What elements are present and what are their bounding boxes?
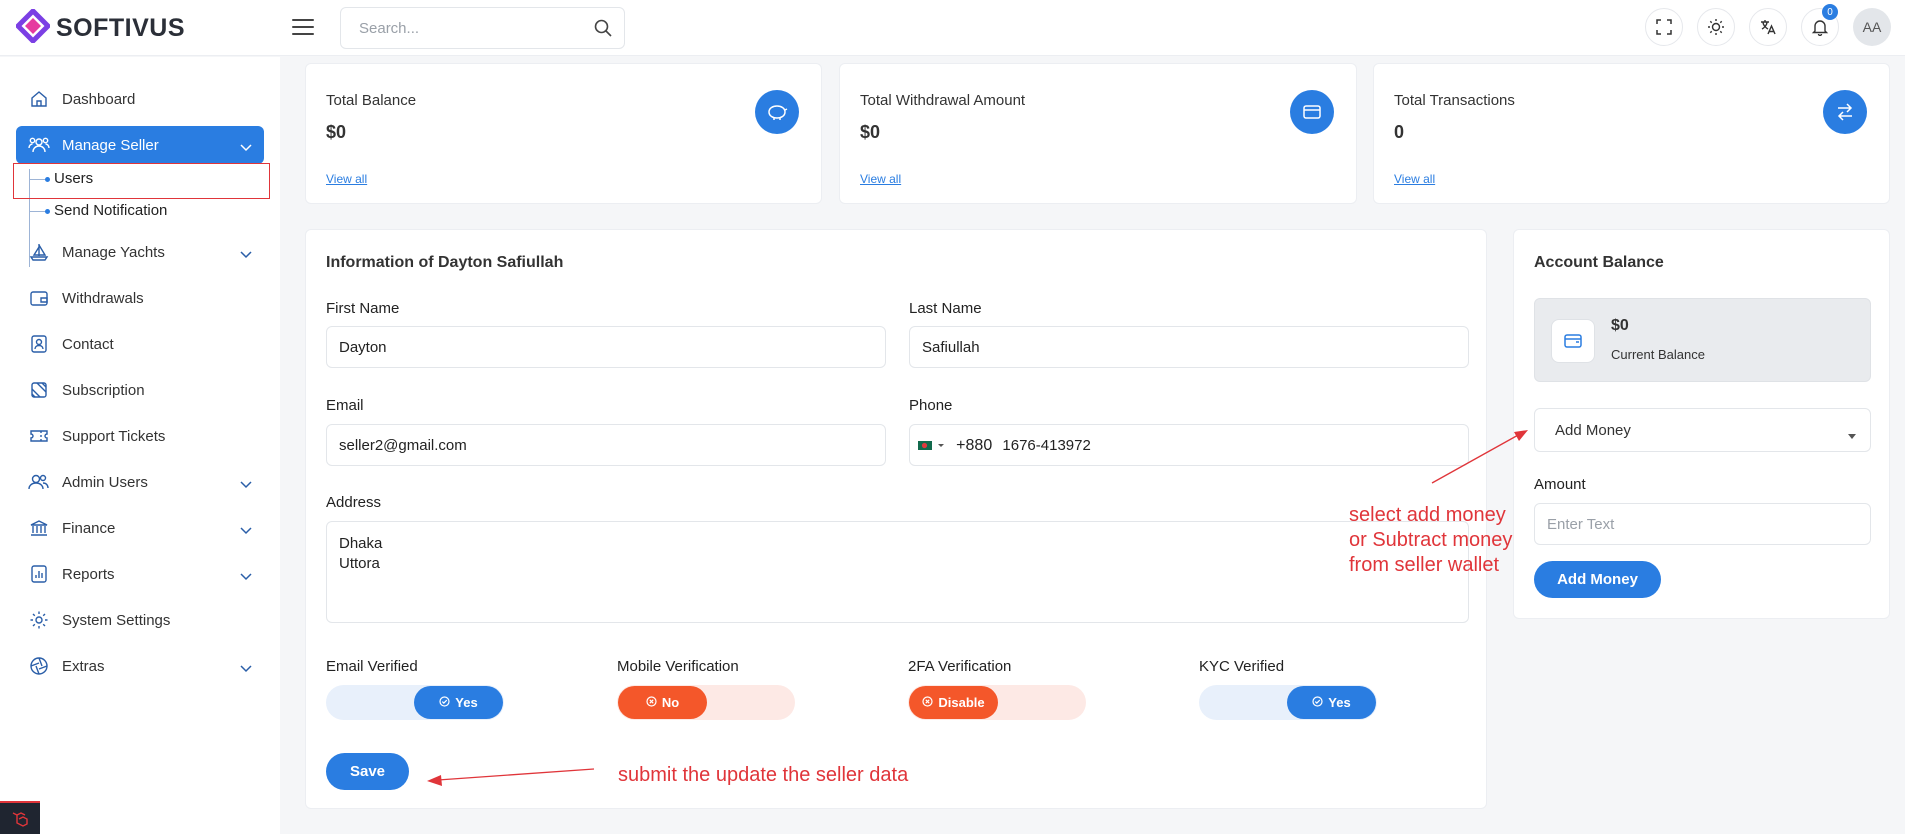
annotation-line: or Subtract money xyxy=(1349,529,1513,551)
annotation-wallet-note: select add money or Subtract money from … xyxy=(1349,503,1512,578)
annotation-line: from seller wallet xyxy=(1349,554,1500,576)
annotation-line: select add money xyxy=(1349,504,1506,526)
annotation-arrows xyxy=(427,430,1528,786)
annotation-save-note: submit the update the seller data xyxy=(618,764,909,786)
